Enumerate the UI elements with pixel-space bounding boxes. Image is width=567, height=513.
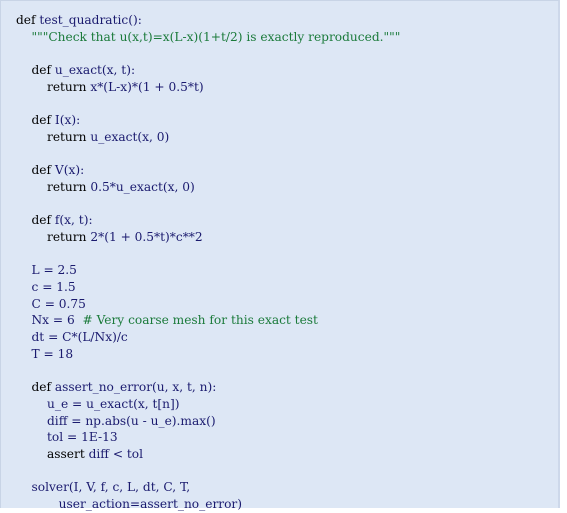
code-line: u_e = u_exact(x, t[n]) bbox=[16, 396, 400, 413]
code-text: V(x): bbox=[51, 163, 85, 178]
code-line: def u_exact(x, t): bbox=[16, 62, 400, 79]
code-keyword: def bbox=[31, 380, 52, 395]
code-keyword: def bbox=[31, 63, 52, 78]
code-text: user_action=assert_no_error) bbox=[58, 496, 243, 511]
code-line: dt = C*(L/Nx)/c bbox=[16, 329, 400, 346]
code-block: def test_quadratic(): """Check that u(x,… bbox=[16, 12, 400, 513]
code-line: """Check that u(x,t)=x(L-x)(1+t/2) is ex… bbox=[16, 29, 401, 46]
code-keyword: return bbox=[47, 129, 87, 144]
code-line: C = 0.75 bbox=[16, 296, 400, 313]
code-line: return x*(L-x)*(1 + 0.5*t) bbox=[16, 79, 400, 96]
code-line: return 2*(1 + 0.5*t)*c**2 bbox=[16, 229, 400, 246]
code-text: diff = np.abs(u - u_e).max() bbox=[47, 413, 216, 428]
code-line: user_action=assert_no_error) bbox=[16, 496, 400, 513]
code-line: return u_exact(x, 0) bbox=[16, 129, 400, 146]
code-text: dt = C*(L/Nx)/c bbox=[31, 330, 128, 345]
code-text: 0.5*u_exact(x, 0) bbox=[86, 179, 195, 194]
code-keyword: def bbox=[16, 13, 36, 27]
code-line: return 0.5*u_exact(x, 0) bbox=[16, 179, 400, 196]
code-text: diff < tol bbox=[84, 446, 144, 461]
code-line: def test_quadratic(): bbox=[16, 12, 400, 29]
code-line: T = 18 bbox=[16, 346, 400, 363]
code-line: def f(x, t): bbox=[16, 212, 400, 229]
code-text: C = 0.75 bbox=[31, 296, 86, 311]
code-line: solver(I, V, f, c, L, dt, C, T, bbox=[16, 479, 400, 496]
code-text: u_exact(x, t): bbox=[51, 63, 136, 78]
code-text: test_quadratic(): bbox=[35, 13, 142, 27]
code-listing-box: def test_quadratic(): """Check that u(x,… bbox=[0, 0, 560, 511]
code-text: tol = 1E-13 bbox=[47, 430, 118, 445]
code-keyword: assert bbox=[47, 446, 85, 461]
code-line: diff = np.abs(u - u_e).max() bbox=[16, 413, 400, 430]
code-text: u_exact(x, 0) bbox=[86, 129, 170, 144]
code-text: x*(L-x)*(1 + 0.5*t) bbox=[86, 79, 204, 94]
code-text: c = 1.5 bbox=[31, 280, 76, 294]
code-line: c = 1.5 bbox=[16, 279, 400, 296]
code-text: solver(I, V, f, c, L, dt, C, T, bbox=[31, 480, 191, 495]
code-docstring: """Check that u(x,t)=x(L-x)(1+t/2) is ex… bbox=[31, 29, 401, 44]
code-line: assert diff < tol bbox=[16, 446, 400, 463]
code-line: def V(x): bbox=[16, 162, 400, 179]
code-line: L = 2.5 bbox=[16, 262, 400, 279]
code-text: assert_no_error(u, x, t, n): bbox=[51, 380, 217, 395]
code-text: f(x, t): bbox=[51, 213, 93, 228]
code-text: Nx = 6 bbox=[31, 313, 83, 328]
code-text: I(x): bbox=[51, 113, 81, 128]
code-keyword: def bbox=[31, 113, 52, 128]
code-text: T = 18 bbox=[31, 346, 74, 361]
code-keyword: return bbox=[47, 229, 87, 244]
code-text: L = 2.5 bbox=[31, 263, 77, 278]
code-comment: # Very coarse mesh for this exact test bbox=[82, 313, 318, 328]
code-line: tol = 1E-13 bbox=[16, 429, 400, 446]
code-line: def assert_no_error(u, x, t, n): bbox=[16, 379, 400, 396]
code-text: u_e = u_exact(x, t[n]) bbox=[47, 396, 180, 411]
code-line: def I(x): bbox=[16, 112, 400, 129]
code-line: Nx = 6 # Very coarse mesh for this exact… bbox=[16, 312, 400, 329]
code-keyword: return bbox=[47, 179, 87, 194]
code-keyword: def bbox=[31, 163, 52, 178]
code-text: 2*(1 + 0.5*t)*c**2 bbox=[86, 229, 203, 244]
code-keyword: def bbox=[31, 213, 52, 228]
code-keyword: return bbox=[47, 79, 87, 94]
